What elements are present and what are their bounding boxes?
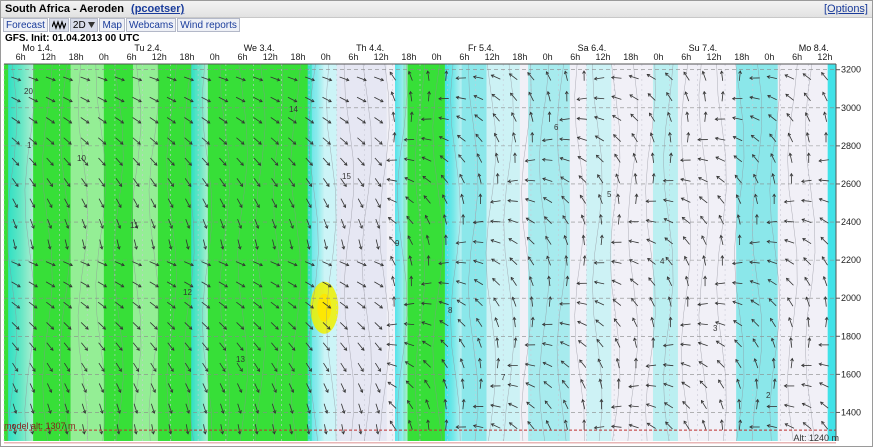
hour-tick-label: 6h — [348, 52, 358, 62]
altitude-label: Alt: 1240 m — [793, 433, 839, 443]
altitude-tick-label: 2600 — [841, 179, 861, 189]
contour-label: 1 — [27, 141, 32, 150]
hour-tick-label: 18h — [512, 52, 527, 62]
hour-tick-label: 0h — [543, 52, 553, 62]
speed-band — [827, 64, 836, 441]
model-altitude-label: model alt: 1307 m — [4, 421, 76, 431]
hour-tick-label: 0h — [210, 52, 220, 62]
hour-tick-label: 18h — [290, 52, 305, 62]
hour-tick-label: 18h — [69, 52, 84, 62]
altitude-tick-label: 3000 — [841, 103, 861, 113]
hour-tick-label: 18h — [734, 52, 749, 62]
contour-label: 5 — [607, 190, 612, 199]
tab-webcams[interactable]: Webcams — [125, 18, 177, 32]
tab-forecast[interactable]: Forecast — [3, 18, 48, 32]
altitude-tick-label: 2800 — [841, 141, 861, 151]
wave-icon — [51, 20, 67, 31]
page-title: South Africa - Aeroden (pcoetser) — [5, 3, 184, 15]
altitude-tick-label: 2400 — [841, 217, 861, 227]
altitude-tick-label: 1400 — [841, 407, 861, 417]
tab-map[interactable]: Map — [99, 18, 125, 32]
hour-tick-label: 12h — [817, 52, 832, 62]
altitude-tick-label: 2200 — [841, 255, 861, 265]
location-title: South Africa - Aeroden — [5, 3, 124, 15]
day-tick-label: We 3.4. — [244, 43, 275, 53]
hour-tick-label: 0h — [653, 52, 663, 62]
hour-tick-label: 12h — [485, 52, 500, 62]
contour-label: 12 — [183, 288, 192, 297]
hour-tick-label: 18h — [180, 52, 195, 62]
hour-tick-label: 18h — [623, 52, 638, 62]
hour-tick-label: 6h — [127, 52, 137, 62]
altitude-tick-label: 1800 — [841, 331, 861, 341]
hour-tick-label: 6h — [681, 52, 691, 62]
hour-tick-label: 12h — [263, 52, 278, 62]
hour-tick-label: 0h — [321, 52, 331, 62]
contour-label: 3 — [713, 324, 718, 333]
hour-tick-label: 6h — [16, 52, 26, 62]
tab-wave-icon-button[interactable] — [48, 18, 69, 32]
hour-tick-label: 6h — [570, 52, 580, 62]
hour-tick-label: 0h — [432, 52, 442, 62]
day-tick-label: Mo 1.4. — [22, 43, 52, 53]
altitude-tick-label: 3200 — [841, 65, 861, 75]
contour-label: 20 — [24, 87, 33, 96]
speed-band — [586, 64, 612, 441]
contour-label: 6 — [554, 123, 559, 132]
contour-label: 7 — [501, 373, 506, 382]
contour-label: 13 — [236, 355, 245, 364]
hour-tick-label: 0h — [99, 52, 109, 62]
wind-meteogram: 20 10 11 12 13 14 15 9 8 7 6 5 4 3 2 1 3200 3000 2800 2600… — [1, 41, 872, 446]
speed-band-edge — [395, 64, 408, 441]
title-bar: South Africa - Aeroden (pcoetser) [Optio… — [1, 1, 872, 18]
hour-tick-label: 6h — [459, 52, 469, 62]
hour-tick-label: 12h — [41, 52, 56, 62]
contour-label: 9 — [395, 239, 400, 248]
hour-tick-label: 18h — [401, 52, 416, 62]
contour-label: 15 — [342, 172, 351, 181]
dropdown-arrow-icon — [88, 22, 96, 29]
contour-label: 2 — [766, 391, 771, 400]
tab-2d[interactable]: 2D — [69, 18, 99, 32]
hour-tick-label: 6h — [792, 52, 802, 62]
contour-label: 14 — [289, 105, 298, 114]
user-link[interactable]: (pcoetser) — [131, 3, 184, 15]
day-tick-label: Mo 8.4. — [799, 43, 829, 53]
hour-tick-label: 12h — [596, 52, 611, 62]
day-tick-label: Sa 6.4. — [578, 43, 607, 53]
options-link[interactable]: [Options] — [824, 3, 868, 15]
meteogram-svg: 20101112131415987654321 3200300028002600… — [1, 41, 872, 444]
altitude-tick-label: 1600 — [841, 369, 861, 379]
hour-tick-label: 12h — [152, 52, 167, 62]
hour-tick-label: 0h — [764, 52, 774, 62]
tab-bar: Forecast 2D Map Webcams Wind reports — [3, 18, 241, 32]
day-tick-label: Fr 5.4. — [468, 43, 494, 53]
altitude-tick-label: 2000 — [841, 293, 861, 303]
meteogram-window: South Africa - Aeroden (pcoetser) [Optio… — [0, 0, 873, 447]
hour-tick-label: 6h — [237, 52, 247, 62]
altitude-axis-panel — [836, 64, 872, 441]
speed-band — [528, 64, 570, 441]
day-tick-label: Tu 2.4. — [134, 43, 162, 53]
hour-tick-label: 12h — [374, 52, 389, 62]
hour-tick-label: 12h — [706, 52, 721, 62]
contour-label: 4 — [660, 257, 665, 266]
speed-band-edge — [191, 64, 208, 441]
day-tick-label: Th 4.4. — [356, 43, 384, 53]
contour-label: 8 — [448, 306, 453, 315]
day-tick-label: Su 7.4. — [689, 43, 718, 53]
tab-wind-reports[interactable]: Wind reports — [177, 18, 240, 32]
speed-band-edge — [8, 64, 34, 441]
